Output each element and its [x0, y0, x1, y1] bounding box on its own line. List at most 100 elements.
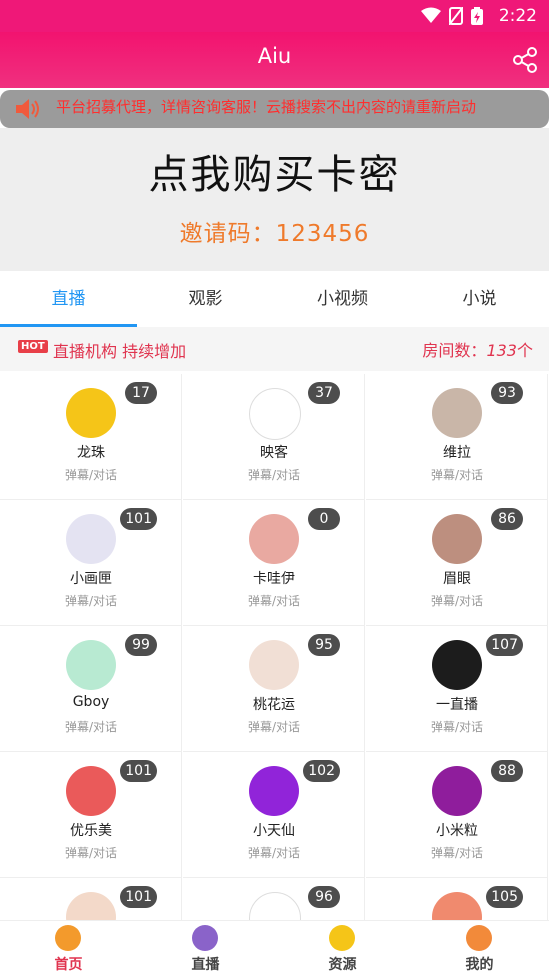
room-count-badge: 101 [120, 760, 157, 782]
app-title: Aiu [257, 44, 292, 68]
tab-novels[interactable]: 小说 [411, 271, 548, 327]
platform-name: 维拉 [443, 445, 471, 461]
nav-mine-label: 我的 [465, 957, 494, 973]
room-count-badge: 17 [125, 382, 157, 404]
platform-card[interactable]: 17 龙珠 弹幕/对话 [0, 374, 182, 500]
platform-avatar [66, 892, 116, 920]
platform-avatar [66, 388, 116, 438]
platform-card[interactable]: 102 小天仙 弹幕/对话 [183, 752, 365, 878]
agency-label: 直播机构 持续增加 [53, 342, 187, 361]
app-header: Aiu [0, 32, 549, 88]
room-count: 房间数：133个 [422, 337, 533, 361]
platform-grid: 17 龙珠 弹幕/对话 37 映客 弹幕/对话 93 维拉 弹幕/对话 101 … [0, 374, 549, 920]
platform-avatar [432, 640, 482, 690]
platform-name: Gboy [72, 694, 110, 710]
room-count-badge: 0 [308, 508, 340, 530]
platform-avatar [66, 640, 116, 690]
platform-avatar [432, 892, 482, 920]
notice-bar[interactable]: 平台招募代理，详情咨询客服！云播搜索不出内容的请重新启动 [0, 90, 549, 128]
no-sim-icon [449, 7, 463, 25]
platform-avatar [432, 766, 482, 816]
nav-home-label: 首页 [54, 957, 83, 973]
platform-name: 龙珠 [77, 445, 105, 461]
tab-live[interactable]: 直播 [0, 271, 137, 327]
purchase-banner[interactable]: 点我购买卡密 邀请码：123456 [0, 128, 549, 271]
room-count-badge: 99 [125, 634, 157, 656]
platform-name: 桃花运 [253, 697, 295, 713]
platform-features: 弹幕/对话 [430, 720, 484, 734]
platform-card[interactable]: 37 映客 弹幕/对话 [183, 374, 365, 500]
platform-features: 弹幕/对话 [247, 720, 301, 734]
platform-avatar [249, 766, 299, 816]
platform-card[interactable]: 105 [366, 878, 548, 920]
nav-resources[interactable]: 资源 [274, 921, 411, 977]
tab-short-video[interactable]: 小视频 [274, 271, 411, 327]
battery-charging-icon [471, 7, 483, 25]
platform-name: 一直播 [436, 697, 478, 713]
hot-badge: HOT [18, 340, 48, 353]
platform-features: 弹幕/对话 [247, 846, 301, 860]
platform-card[interactable]: 101 小画匣 弹幕/对话 [0, 500, 182, 626]
platform-card[interactable]: 101 优乐美 弹幕/对话 [0, 752, 182, 878]
room-count-badge: 96 [308, 886, 340, 908]
platform-card[interactable]: 88 小米粒 弹幕/对话 [366, 752, 548, 878]
invite-code: 邀请码：123456 [179, 221, 370, 247]
room-count-badge: 101 [120, 886, 157, 908]
room-count-badge: 101 [120, 508, 157, 530]
speaker-icon [16, 99, 39, 119]
platform-avatar [249, 388, 301, 440]
notice-text: 平台招募代理，详情咨询客服！云播搜索不出内容的请重新启动 [56, 98, 477, 116]
banner-headline: 点我购买卡密 [148, 152, 401, 198]
platform-card[interactable]: 96 [183, 878, 365, 920]
platform-features: 弹幕/对话 [430, 468, 484, 482]
room-count-unit: 个 [516, 341, 533, 360]
nav-resources-label: 资源 [328, 957, 357, 973]
platform-features: 弹幕/对话 [430, 594, 484, 608]
platform-card[interactable]: 86 眉眼 弹幕/对话 [366, 500, 548, 626]
room-count-badge: 88 [491, 760, 523, 782]
room-count-badge: 102 [303, 760, 340, 782]
platform-features: 弹幕/对话 [247, 594, 301, 608]
platform-avatar [249, 640, 299, 690]
platform-name: 小米粒 [436, 823, 478, 839]
status-time: 2:22 [498, 6, 537, 26]
nav-mine[interactable]: 我的 [411, 921, 548, 977]
live-icon [192, 925, 218, 951]
platform-name: 优乐美 [70, 823, 112, 839]
status-bar: 2:22 [0, 0, 549, 32]
tab-movies[interactable]: 观影 [137, 271, 274, 327]
room-count-badge: 95 [308, 634, 340, 656]
status-icons [421, 7, 483, 25]
category-tabs: 直播 观影 小视频 小说 [0, 271, 549, 327]
platform-card[interactable]: 101 [0, 878, 182, 920]
planet-icon [329, 925, 355, 951]
room-count-badge: 93 [491, 382, 523, 404]
platform-avatar [432, 514, 482, 564]
platform-card[interactable]: 99 Gboy 弹幕/对话 [0, 626, 182, 752]
platform-avatar [432, 388, 482, 438]
nav-home[interactable]: 首页 [0, 921, 137, 977]
share-icon[interactable] [511, 46, 539, 74]
platform-name: 小天仙 [253, 823, 295, 839]
room-count-badge: 37 [308, 382, 340, 404]
platform-features: 弹幕/对话 [64, 720, 118, 734]
platform-name: 小画匣 [70, 571, 112, 587]
bottom-nav: 首页 直播 资源 我的 [0, 920, 549, 977]
platform-card[interactable]: 93 维拉 弹幕/对话 [366, 374, 548, 500]
room-count-badge: 107 [486, 634, 523, 656]
room-count-label: 房间数： [422, 341, 487, 360]
home-icon [55, 925, 81, 951]
platform-name: 眉眼 [443, 571, 471, 587]
platform-card[interactable]: 95 桃花运 弹幕/对话 [183, 626, 365, 752]
platform-name: 映客 [260, 445, 288, 461]
nav-live[interactable]: 直播 [137, 921, 274, 977]
platform-avatar [66, 514, 116, 564]
platform-card[interactable]: 0 卡哇伊 弹幕/对话 [183, 500, 365, 626]
platform-features: 弹幕/对话 [64, 846, 118, 860]
platform-avatar [249, 892, 301, 920]
profile-icon [466, 925, 492, 951]
platform-avatar [249, 514, 299, 564]
platform-card[interactable]: 107 一直播 弹幕/对话 [366, 626, 548, 752]
platform-features: 弹幕/对话 [64, 468, 118, 482]
wifi-icon [421, 7, 441, 23]
